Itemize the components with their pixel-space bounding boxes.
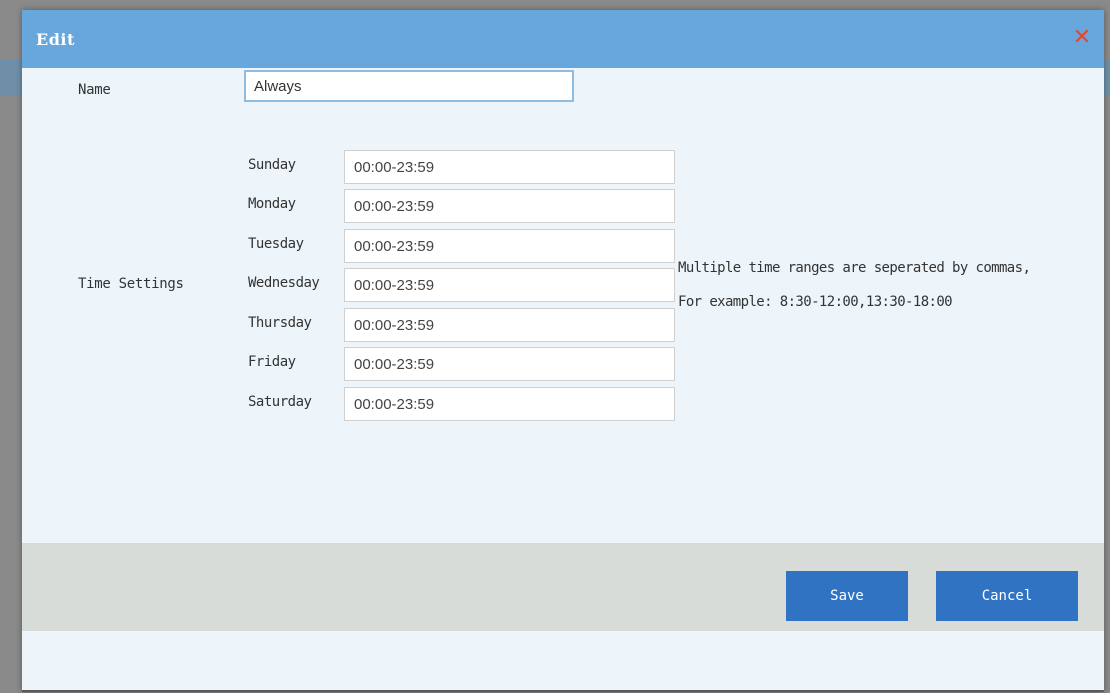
day-label-thursday: Thursday xyxy=(248,315,312,331)
dialog-footer: Save Cancel xyxy=(22,543,1104,631)
time-input-monday[interactable] xyxy=(344,189,675,223)
time-format-hint-line1: Multiple time ranges are seperated by co… xyxy=(678,260,1031,276)
time-input-saturday[interactable] xyxy=(344,387,675,421)
dialog-titlebar: Edit ✕ xyxy=(22,10,1104,68)
time-format-hint-line2: For example: 8:30-12:00,13:30-18:00 xyxy=(678,294,953,310)
name-label: Name xyxy=(78,82,111,98)
cancel-button[interactable]: Cancel xyxy=(936,571,1078,621)
day-label-tuesday: Tuesday xyxy=(248,236,304,252)
close-icon[interactable]: ✕ xyxy=(1070,26,1094,50)
save-button[interactable]: Save xyxy=(786,571,908,621)
edit-dialog: Edit ✕ Name Time Settings Sunday Monday … xyxy=(22,10,1104,692)
time-input-thursday[interactable] xyxy=(344,308,675,342)
dialog-bottom-area xyxy=(22,631,1104,690)
day-label-monday: Monday xyxy=(248,196,296,212)
day-label-saturday: Saturday xyxy=(248,394,312,410)
time-input-sunday[interactable] xyxy=(344,150,675,184)
day-label-friday: Friday xyxy=(248,354,296,370)
time-input-wednesday[interactable] xyxy=(344,268,675,302)
dialog-title: Edit xyxy=(36,30,75,49)
day-label-wednesday: Wednesday xyxy=(248,275,320,291)
time-input-friday[interactable] xyxy=(344,347,675,381)
time-input-tuesday[interactable] xyxy=(344,229,675,263)
day-label-sunday: Sunday xyxy=(248,157,296,173)
name-input[interactable] xyxy=(244,70,574,102)
time-settings-label: Time Settings xyxy=(78,276,184,292)
